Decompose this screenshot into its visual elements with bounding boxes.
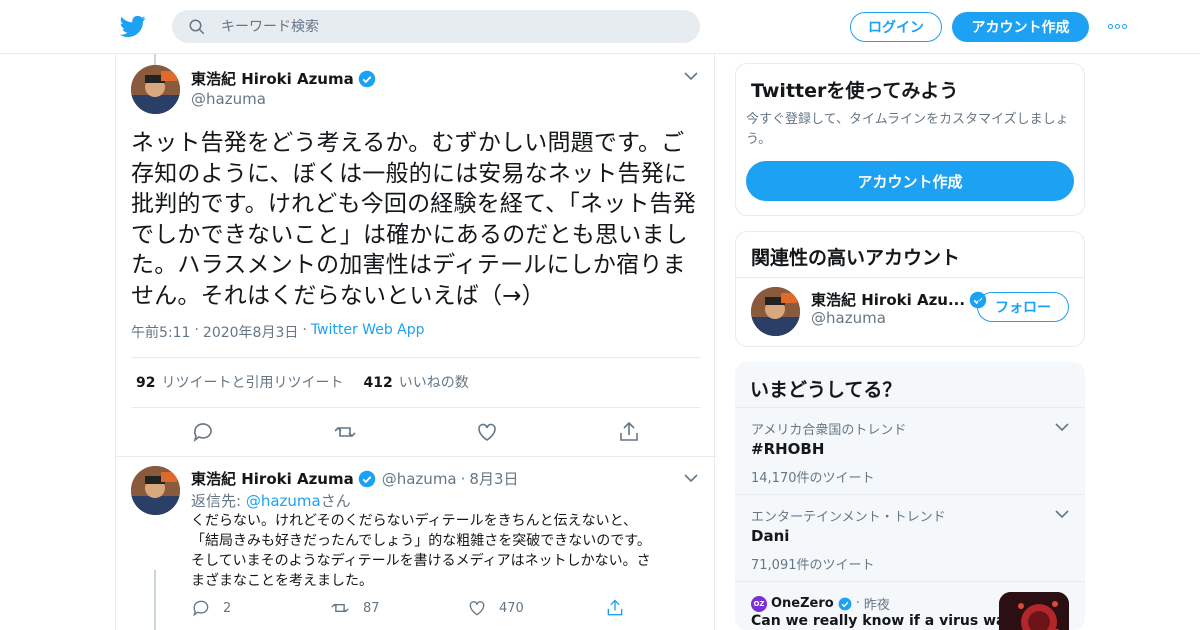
- signup-card-title: Twitterを使ってみよう: [751, 80, 959, 102]
- verified-badge-icon: [838, 597, 852, 610]
- trends-title: いまどうしてる？: [750, 379, 902, 401]
- related-avatar[interactable]: [751, 287, 800, 336]
- reply-avatar[interactable]: [131, 466, 180, 515]
- retweet-icon: [331, 603, 349, 613]
- related-name[interactable]: 東浩紀 Hiroki Azu...: [811, 289, 965, 310]
- related-name-row: 東浩紀 Hiroki Azu...: [811, 289, 987, 310]
- reply-author-handle[interactable]: @hazuma: [382, 470, 457, 488]
- signup-card: Twitterを使ってみよう 今すぐ登録して、タイムラインをカスタマイズしましょ…: [735, 63, 1085, 216]
- reply-share-button[interactable]: [605, 598, 743, 618]
- tweet-actions: [191, 420, 759, 444]
- divider: [131, 407, 701, 408]
- top-bar: ログイン アカウント作成: [0, 0, 1200, 54]
- reply-actions: 2 87 470: [191, 598, 743, 618]
- search-input[interactable]: [221, 18, 661, 35]
- trend-name[interactable]: Dani: [751, 527, 789, 545]
- related-handle[interactable]: @hazuma: [811, 309, 886, 327]
- reply-author-row: 東浩紀 Hiroki Azuma @hazuma · 8月3日: [191, 468, 519, 489]
- follow-button[interactable]: フォロー: [977, 292, 1069, 322]
- retweet-stat[interactable]: 92 リツイートと引用リツイート: [136, 372, 343, 392]
- reply-text: くだらない。けれどそのくだらないディテールをきちんと伝えないと、 「結局きみも好…: [191, 513, 651, 589]
- reply-retweet-button[interactable]: 87: [329, 598, 467, 618]
- trend-category: エンターテインメント・トレンド: [751, 510, 946, 525]
- signup-card-button[interactable]: アカウント作成: [746, 161, 1074, 201]
- author-handle[interactable]: @hazuma: [191, 90, 266, 108]
- author-row: 東浩紀 Hiroki Azuma: [191, 68, 376, 89]
- like-icon[interactable]: [475, 420, 617, 444]
- chevron-down-icon[interactable]: [1055, 422, 1069, 432]
- news-source-row: OZ OneZero · 昨夜: [751, 594, 890, 613]
- reply-icon[interactable]: [191, 420, 333, 444]
- trend-category: アメリカ合衆国のトレンド: [751, 423, 907, 438]
- tweet-time[interactable]: 午前5:11: [131, 322, 190, 342]
- reply-author-name[interactable]: 東浩紀 Hiroki Azuma: [191, 468, 354, 489]
- signup-card-desc: 今すぐ登録して、タイムラインをカスタマイズしましょ う。: [746, 112, 1069, 147]
- tweet-column: 東浩紀 Hiroki Azuma @hazuma ネット告発をどう考えるか。むず…: [115, 54, 716, 630]
- retweet-icon[interactable]: [333, 420, 475, 444]
- related-title: 関連性の高いアカウント: [751, 247, 961, 269]
- tweet-meta: 午前5:11 · 2020年8月3日 · Twitter Web App: [131, 322, 425, 342]
- related-accounts-card: 関連性の高いアカウント 東浩紀 Hiroki Azu... @hazuma フォ…: [735, 231, 1085, 347]
- news-thumbnail: [999, 592, 1069, 630]
- tweet-stats: 92 リツイートと引用リツイート 412 いいねの数: [136, 372, 469, 392]
- trend-name[interactable]: #RHOBH: [751, 440, 824, 458]
- reply-to-link[interactable]: @hazuma: [246, 492, 321, 510]
- twitter-logo-icon[interactable]: [120, 13, 146, 39]
- reply-like-button[interactable]: 470: [467, 598, 605, 618]
- reply-reply-button[interactable]: 2: [191, 598, 329, 618]
- like-stat[interactable]: 412 いいねの数: [363, 372, 468, 392]
- trends-card: いまどうしてる？ アメリカ合衆国のトレンド #RHOBH 14,170件のツイー…: [735, 362, 1085, 630]
- like-icon: [469, 601, 485, 616]
- chevron-down-icon[interactable]: [1055, 509, 1069, 519]
- reply-icon: [193, 600, 209, 617]
- reply-date[interactable]: 8月3日: [469, 468, 518, 489]
- login-button[interactable]: ログイン: [850, 12, 942, 42]
- tweet-date[interactable]: 2020年8月3日: [203, 322, 298, 342]
- tweet-source-link[interactable]: Twitter Web App: [311, 322, 425, 342]
- search-icon: [189, 19, 205, 34]
- divider: [131, 357, 701, 358]
- chevron-down-icon[interactable]: [684, 71, 698, 81]
- news-item[interactable]: OZ OneZero · 昨夜 Can we really know if a …: [735, 581, 1085, 630]
- chevron-down-icon[interactable]: [684, 473, 698, 483]
- trend-item[interactable]: エンターテインメント・トレンド Dani 71,091件のツイート: [735, 494, 1085, 581]
- search-box[interactable]: [172, 10, 700, 43]
- divider: [116, 456, 716, 457]
- trend-item[interactable]: アメリカ合衆国のトレンド #RHOBH 14,170件のツイート: [735, 407, 1085, 494]
- onezero-logo-icon: OZ: [751, 595, 767, 612]
- tweet-text: ネット告発をどう考えるか。むずかしい問題です。ご存知のように、ぼくは一般的には安…: [131, 130, 697, 309]
- news-headline[interactable]: Can we really know if a virus was: [751, 613, 1014, 629]
- verified-badge-icon: [358, 470, 375, 487]
- signup-button[interactable]: アカウント作成: [952, 12, 1089, 42]
- more-icon[interactable]: [1108, 24, 1127, 29]
- share-icon: [607, 599, 623, 616]
- author-name[interactable]: 東浩紀 Hiroki Azuma: [191, 68, 354, 89]
- reply-to-line: 返信先: @hazumaさん: [191, 492, 351, 510]
- avatar[interactable]: [131, 65, 180, 114]
- thread-line: [154, 570, 156, 630]
- verified-badge-icon: [358, 70, 375, 87]
- trend-count: 71,091件のツイート: [751, 558, 875, 573]
- trend-count: 14,170件のツイート: [751, 471, 875, 486]
